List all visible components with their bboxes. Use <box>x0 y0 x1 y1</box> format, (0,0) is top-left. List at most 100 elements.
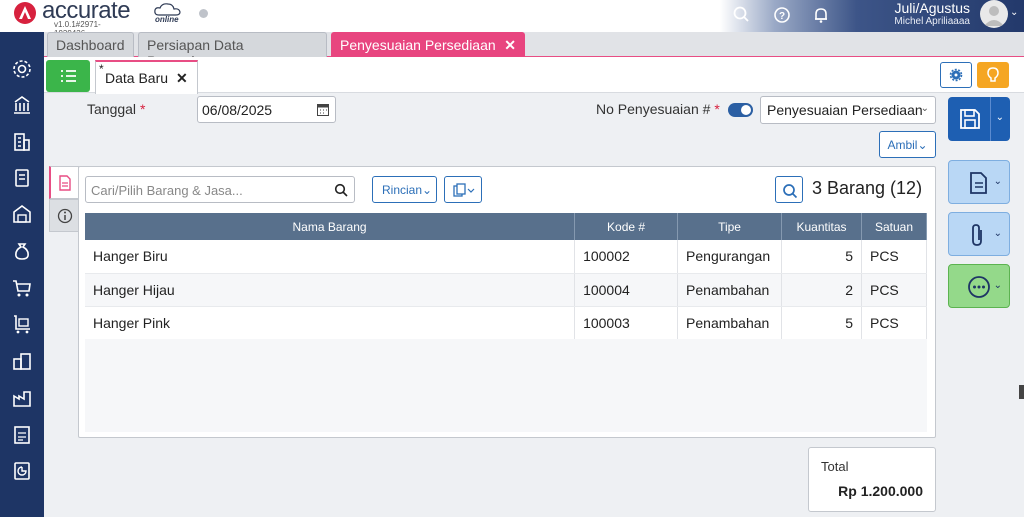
chevron-down-icon[interactable]: ⌄ <box>1010 7 1018 18</box>
ambil-label: Ambil <box>887 138 918 152</box>
column-header[interactable]: Kuantitas <box>781 213 862 240</box>
bell-icon[interactable] <box>811 5 831 25</box>
search-icon[interactable] <box>334 183 348 197</box>
table-empty-area <box>85 339 927 432</box>
nomor-select-value: Penyesuaian Persediaan <box>767 102 923 118</box>
item-unit: PCS <box>861 273 928 307</box>
auto-number-toggle[interactable] <box>728 103 753 117</box>
top-header: accurate online v1.0.1#2971-1939436 ? Ju… <box>0 0 1024 38</box>
search-button[interactable] <box>775 176 803 203</box>
subtab-label: Data Baru <box>105 70 169 86</box>
item-unit: PCS <box>861 306 928 340</box>
status-dot <box>199 9 208 18</box>
date-field[interactable]: 06/08/2025 <box>197 96 336 123</box>
info-icon <box>57 208 73 224</box>
user-name[interactable]: Michel Apriliaaaa <box>840 16 970 27</box>
tanggal-label: Tanggal * <box>87 101 145 117</box>
items-table: Nama Barang Kode # Tipe Kuantitas Satuan… <box>85 213 928 340</box>
rincian-button[interactable]: Rincian⌄ <box>372 176 437 203</box>
document-button[interactable]: ⌄ <box>948 160 1010 204</box>
chevron-down-icon: ⌄ <box>993 228 1002 239</box>
close-icon[interactable]: ✕ <box>504 37 516 54</box>
table-row[interactable]: Hanger Pink 100003 Penambahan 5 PCS <box>85 306 928 340</box>
no-penyesuaian-label: No Penyesuaian # * <box>596 101 720 117</box>
item-unit: PCS <box>861 240 928 274</box>
search-icon[interactable] <box>732 5 752 25</box>
item-type: Pengurangan <box>677 240 783 274</box>
calendar-icon[interactable] <box>317 103 329 116</box>
save-button[interactable]: ⌄ <box>948 97 1010 141</box>
cloud-icon: online <box>153 2 183 24</box>
list-view-button[interactable] <box>46 60 90 92</box>
item-name: Hanger Pink <box>85 306 576 340</box>
required-mark: * <box>714 101 720 117</box>
document-icon <box>970 172 987 194</box>
factory-icon[interactable] <box>11 387 33 409</box>
search-placeholder: Cari/Pilih Barang & Jasa... <box>91 183 243 198</box>
chevron-down-icon: ⌄ <box>995 112 1004 123</box>
cart-icon[interactable] <box>11 277 33 299</box>
nomor-label-text: No Penyesuaian # <box>596 101 711 117</box>
rincian-label: Rincian <box>382 183 423 197</box>
column-header[interactable]: Tipe <box>677 213 783 240</box>
ambil-button[interactable]: Ambil⌄ <box>879 131 936 158</box>
column-header[interactable]: Satuan <box>861 213 928 240</box>
tab-info[interactable] <box>49 199 79 232</box>
copy-icon <box>453 183 475 197</box>
table-row[interactable]: Hanger Biru 100002 Pengurangan 5 PCS <box>85 240 928 274</box>
more-options-button[interactable]: ⌄ <box>948 264 1010 308</box>
warehouse-icon[interactable] <box>11 203 33 225</box>
avatar[interactable] <box>980 0 1008 28</box>
help-icon[interactable]: ? <box>772 5 792 25</box>
tax-icon[interactable] <box>11 424 33 446</box>
item-name: Hanger Biru <box>85 240 576 274</box>
date-value: 06/08/2025 <box>202 102 273 118</box>
svg-text:?: ? <box>779 11 785 22</box>
column-header[interactable]: Kode # <box>574 213 679 240</box>
accurate-logo-icon <box>14 2 36 24</box>
item-qty: 5 <box>781 240 862 274</box>
item-name: Hanger Hijau <box>85 273 576 307</box>
bulb-icon[interactable] <box>977 62 1009 88</box>
paperclip-icon <box>972 224 982 246</box>
total-label: Total <box>821 459 849 474</box>
item-type: Penambahan <box>677 306 783 340</box>
tab-penyesuaian-persediaan[interactable]: Penyesuaian Persediaan ✕ <box>331 32 525 57</box>
detail-side-tabs <box>49 166 79 232</box>
ledger-icon[interactable] <box>11 167 33 189</box>
table-row[interactable]: Hanger Hijau 100004 Penambahan 2 PCS <box>85 273 928 307</box>
total-value: Rp 1.200.000 <box>838 483 923 499</box>
table-header-row: Nama Barang Kode # Tipe Kuantitas Satuan <box>85 213 928 240</box>
tab-persiapan-data[interactable]: Persiapan Data Perusahaan <box>138 32 327 69</box>
building-icon[interactable] <box>11 131 33 153</box>
trolley-icon[interactable] <box>11 313 33 335</box>
item-qty: 2 <box>781 273 862 307</box>
period-label[interactable]: Juli/Agustus <box>840 0 970 16</box>
item-count: 3 Barang (12) <box>812 178 923 198</box>
report-icon[interactable] <box>11 460 33 482</box>
brand-suffix: online <box>155 15 179 24</box>
item-type: Penambahan <box>677 273 783 307</box>
copy-button[interactable] <box>444 176 482 203</box>
inventory-icon[interactable] <box>11 350 33 372</box>
item-code: 100003 <box>574 306 679 340</box>
tab-label: Penyesuaian Persediaan <box>340 37 496 53</box>
search-icon <box>783 184 798 199</box>
item-search-input[interactable]: Cari/Pilih Barang & Jasa... <box>85 176 355 203</box>
scrollbar[interactable] <box>1019 385 1024 399</box>
settings-button[interactable] <box>940 62 972 88</box>
nomor-select[interactable]: Penyesuaian Persediaan ⌄ <box>760 96 936 124</box>
bank-icon[interactable] <box>11 94 33 116</box>
chevron-down-icon: ⌄ <box>993 280 1002 291</box>
tab-dashboard[interactable]: Dashboard <box>47 32 134 57</box>
tab-items[interactable] <box>49 166 79 199</box>
column-header[interactable]: Nama Barang <box>85 213 576 240</box>
attachment-button[interactable]: ⌄ <box>948 212 1010 256</box>
total-box: Total Rp 1.200.000 <box>808 447 936 512</box>
subtab-data-baru[interactable]: * Data Baru ✕ <box>95 60 198 94</box>
money-bag-icon[interactable] <box>11 240 33 262</box>
chevron-down-icon: ⌄ <box>920 103 929 114</box>
item-code: 100002 <box>574 240 679 274</box>
settings-icon[interactable] <box>11 58 33 80</box>
close-icon[interactable]: ✕ <box>176 70 188 87</box>
